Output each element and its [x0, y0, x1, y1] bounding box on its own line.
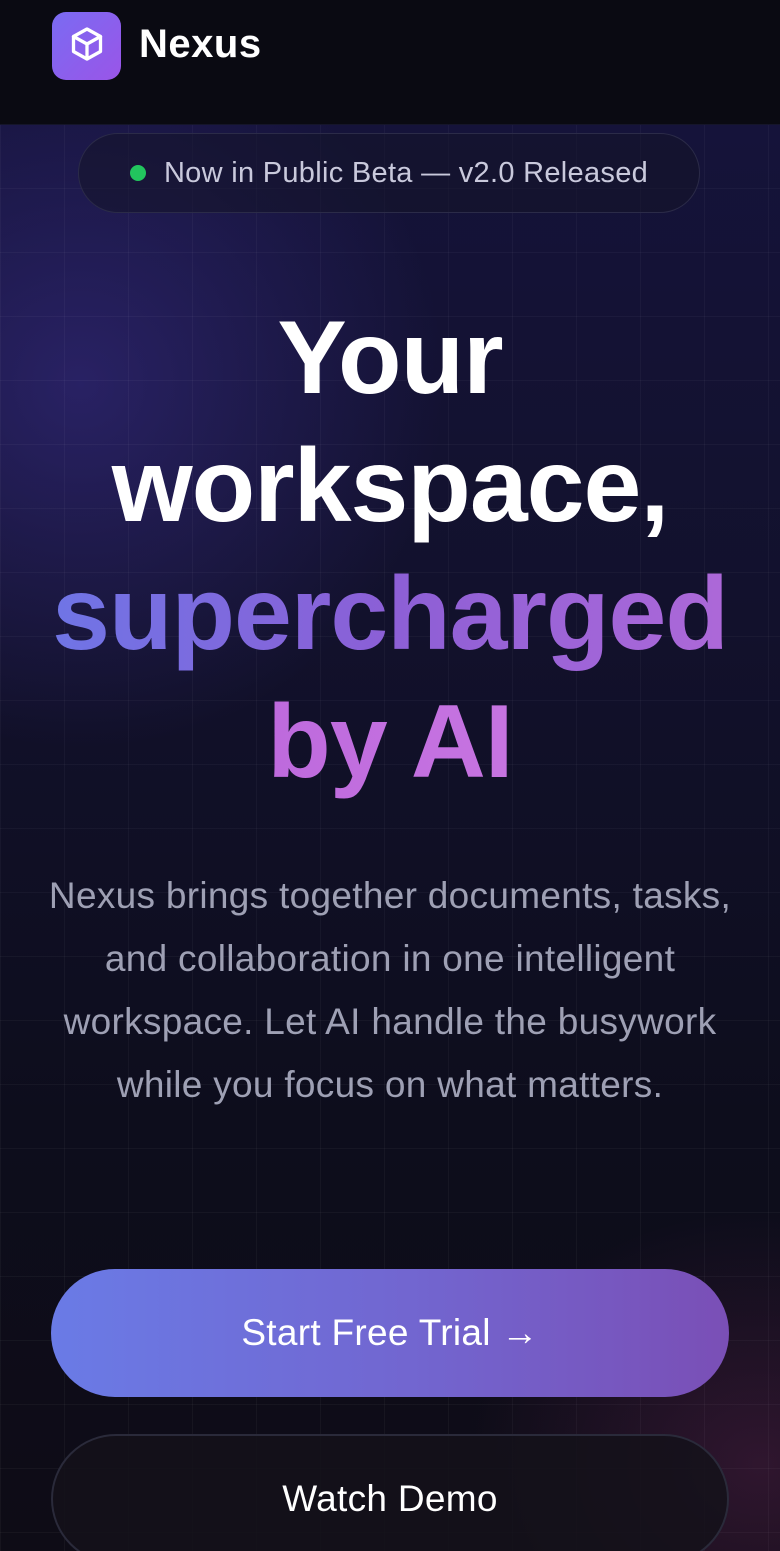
- hero-headline: Your workspace, supercharged by AI: [0, 294, 780, 806]
- brand-name[interactable]: Nexus: [139, 22, 262, 67]
- hero-section: Now in Public Beta — v2.0 Released Your …: [0, 124, 780, 1551]
- navbar: Nexus: [0, 0, 780, 125]
- start-free-trial-button[interactable]: Start Free Trial →: [51, 1269, 729, 1397]
- landing-page: Nexus Now in Public Beta — v2.0 Released…: [0, 0, 780, 1551]
- watch-demo-button[interactable]: Watch Demo: [51, 1434, 729, 1551]
- cube-icon: [69, 26, 105, 67]
- status-dot-icon: [129, 165, 146, 181]
- headline-line-4: by AI: [0, 678, 780, 806]
- release-badge-text: Now in Public Beta — v2.0 Released: [163, 156, 649, 189]
- logo[interactable]: [52, 12, 121, 80]
- headline-line-2: workspace,: [111, 428, 670, 544]
- hero-description: Nexus brings together documents, tasks, …: [48, 875, 732, 1105]
- headline-line-1: Your: [277, 300, 503, 416]
- headline-line-3: supercharged: [0, 550, 780, 678]
- release-badge[interactable]: Now in Public Beta — v2.0 Released: [78, 133, 700, 213]
